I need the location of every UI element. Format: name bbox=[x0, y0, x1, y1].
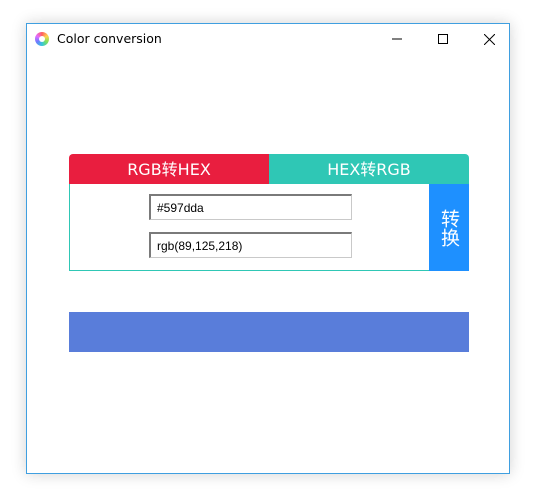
window-title: Color conversion bbox=[57, 31, 162, 46]
color-wheel-icon bbox=[35, 32, 49, 46]
rgb-input[interactable] bbox=[149, 232, 352, 258]
minimize-icon bbox=[392, 38, 402, 40]
mode-tabs: RGB转HEX HEX转RGB bbox=[69, 154, 469, 185]
minimize-button[interactable] bbox=[374, 24, 420, 54]
tab-rgb-to-hex[interactable]: RGB转HEX bbox=[69, 154, 269, 185]
close-icon bbox=[483, 33, 495, 45]
app-window: Color conversion RGB转HEX HEX转RGB 转换 bbox=[26, 23, 510, 474]
color-preview bbox=[69, 312, 469, 352]
conversion-panel bbox=[69, 184, 469, 271]
title-bar[interactable]: Color conversion bbox=[27, 24, 509, 54]
convert-button[interactable]: 转换 bbox=[429, 184, 469, 271]
close-button[interactable] bbox=[466, 24, 512, 54]
maximize-button[interactable] bbox=[420, 24, 466, 54]
tab-hex-to-rgb[interactable]: HEX转RGB bbox=[269, 154, 469, 185]
maximize-icon bbox=[438, 34, 448, 44]
hex-input[interactable] bbox=[149, 194, 352, 220]
